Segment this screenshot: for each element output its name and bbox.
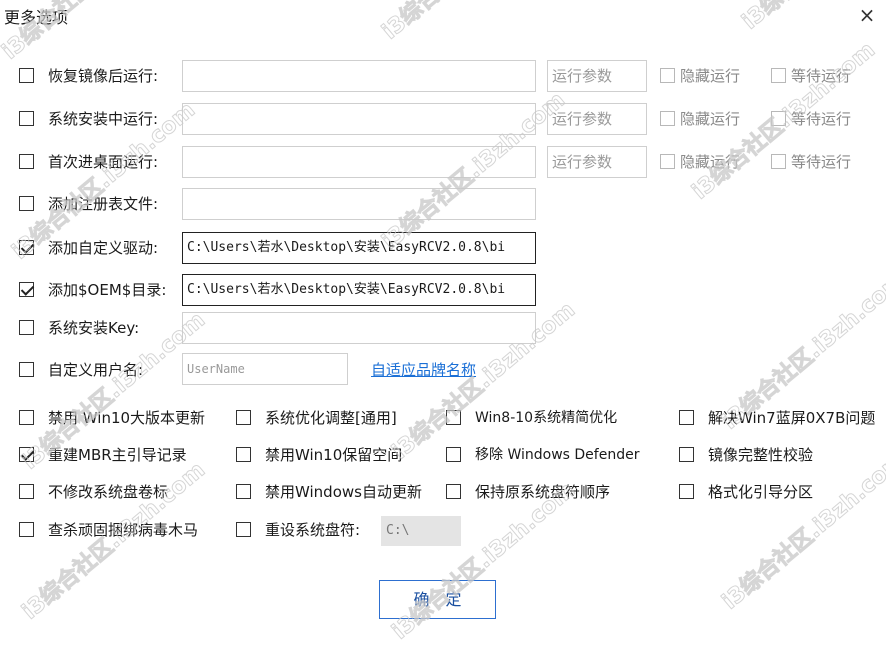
kill-virus-label: 查杀顽固捆绑病毒木马 bbox=[48, 521, 199, 539]
format-boot-partition-checkbox[interactable] bbox=[679, 484, 694, 499]
install-run-checkbox[interactable] bbox=[19, 111, 34, 126]
driver-label: 添加自定义驱动: bbox=[48, 239, 159, 257]
desktop-run-hide-label: 隐藏运行 bbox=[680, 153, 741, 171]
reset-drive-letter-checkbox[interactable] bbox=[236, 522, 251, 537]
rebuild-mbr-label: 重建MBR主引导记录 bbox=[48, 446, 187, 464]
system-tweak-label: 系统优化调整[通用] bbox=[265, 409, 397, 427]
install-run-input[interactable] bbox=[182, 103, 536, 135]
keep-drive-order-checkbox[interactable] bbox=[446, 484, 461, 499]
remove-defender-label: 移除 Windows Defender bbox=[475, 447, 640, 463]
desktop-run-wait-checkbox[interactable] bbox=[771, 154, 786, 169]
keep-drive-order-label: 保持原系统盘符顺序 bbox=[475, 483, 611, 501]
format-boot-partition-label: 格式化引导分区 bbox=[708, 483, 814, 501]
win8-10-slim-checkbox[interactable] bbox=[446, 410, 461, 425]
keep-volume-label-checkbox[interactable] bbox=[19, 484, 34, 499]
fix-win7-bsod-checkbox[interactable] bbox=[679, 410, 694, 425]
install-key-checkbox[interactable] bbox=[19, 320, 34, 335]
desktop-run-label: 首次进桌面运行: bbox=[48, 153, 159, 171]
win8-10-slim-label: Win8-10系统精简优化 bbox=[475, 410, 618, 426]
restore-run-hide-checkbox[interactable] bbox=[660, 68, 675, 83]
restore-run-wait-checkbox[interactable] bbox=[771, 68, 786, 83]
install-run-hide-checkbox[interactable] bbox=[660, 111, 675, 126]
driver-checkbox[interactable] bbox=[19, 240, 34, 255]
desktop-run-checkbox[interactable] bbox=[19, 154, 34, 169]
disable-windows-update-checkbox[interactable] bbox=[236, 484, 251, 499]
restore-run-label: 恢复镜像后运行: bbox=[48, 67, 159, 85]
registry-checkbox[interactable] bbox=[19, 196, 34, 211]
kill-virus-checkbox[interactable] bbox=[19, 522, 34, 537]
registry-input[interactable] bbox=[182, 188, 536, 220]
brand-name-link[interactable]: 自适应品牌名称 bbox=[371, 360, 476, 380]
restore-run-checkbox[interactable] bbox=[19, 68, 34, 83]
oem-path-input[interactable]: C:\Users\若水\Desktop\安装\EasyRCV2.0.8\bi bbox=[182, 274, 536, 306]
fix-win7-bsod-label: 解决Win7蓝屏0X7B问题 bbox=[708, 409, 876, 427]
restore-run-wait-label: 等待运行 bbox=[791, 67, 852, 85]
disable-win10-upgrade-label: 禁用 Win10大版本更新 bbox=[48, 409, 206, 427]
window-title: 更多选项 bbox=[4, 8, 69, 27]
restore-run-params-input[interactable]: 运行参数 bbox=[547, 60, 647, 92]
install-key-input[interactable] bbox=[182, 312, 536, 344]
system-tweak-checkbox[interactable] bbox=[236, 410, 251, 425]
watermark-text: i3综合社区.i3zh.com bbox=[377, 0, 570, 45]
confirm-button[interactable]: 确定 bbox=[379, 580, 496, 619]
install-key-label: 系统安装Key: bbox=[48, 319, 140, 337]
registry-label: 添加注册表文件: bbox=[48, 195, 159, 213]
rebuild-mbr-checkbox[interactable] bbox=[19, 447, 34, 462]
image-verify-checkbox[interactable] bbox=[679, 447, 694, 462]
image-verify-label: 镜像完整性校验 bbox=[708, 446, 814, 464]
oem-checkbox[interactable] bbox=[19, 282, 34, 297]
driver-path-input[interactable]: C:\Users\若水\Desktop\安装\EasyRCV2.0.8\bi bbox=[182, 232, 536, 264]
desktop-run-input[interactable] bbox=[182, 146, 536, 178]
desktop-run-wait-label: 等待运行 bbox=[791, 153, 852, 171]
restore-run-input[interactable] bbox=[182, 60, 536, 92]
drive-letter-input[interactable]: C:\ bbox=[381, 516, 461, 546]
disable-reserved-storage-label: 禁用Win10保留空间 bbox=[265, 446, 403, 464]
keep-volume-label-label: 不修改系统盘卷标 bbox=[48, 483, 169, 501]
disable-reserved-storage-checkbox[interactable] bbox=[236, 447, 251, 462]
desktop-run-params-input[interactable]: 运行参数 bbox=[547, 146, 647, 178]
install-run-hide-label: 隐藏运行 bbox=[680, 110, 741, 128]
disable-windows-update-label: 禁用Windows自动更新 bbox=[265, 483, 422, 501]
install-run-wait-label: 等待运行 bbox=[791, 110, 852, 128]
disable-win10-upgrade-checkbox[interactable] bbox=[19, 410, 34, 425]
remove-defender-checkbox[interactable] bbox=[446, 447, 461, 462]
reset-drive-letter-label: 重设系统盘符: bbox=[265, 521, 361, 539]
watermark-text: i3综合社区.i3zh.com bbox=[387, 477, 580, 645]
oem-label: 添加$OEM$目录: bbox=[48, 281, 167, 299]
username-label: 自定义用户名: bbox=[48, 361, 144, 379]
install-run-wait-checkbox[interactable] bbox=[771, 111, 786, 126]
username-input[interactable]: UserName bbox=[182, 353, 348, 385]
close-icon[interactable]: × bbox=[857, 4, 877, 26]
username-checkbox[interactable] bbox=[19, 362, 34, 377]
restore-run-hide-label: 隐藏运行 bbox=[680, 67, 741, 85]
watermark-text: i3综合社区.i3zh.com bbox=[717, 447, 886, 615]
desktop-run-hide-checkbox[interactable] bbox=[660, 154, 675, 169]
install-run-params-input[interactable]: 运行参数 bbox=[547, 103, 647, 135]
install-run-label: 系统安装中运行: bbox=[48, 110, 159, 128]
